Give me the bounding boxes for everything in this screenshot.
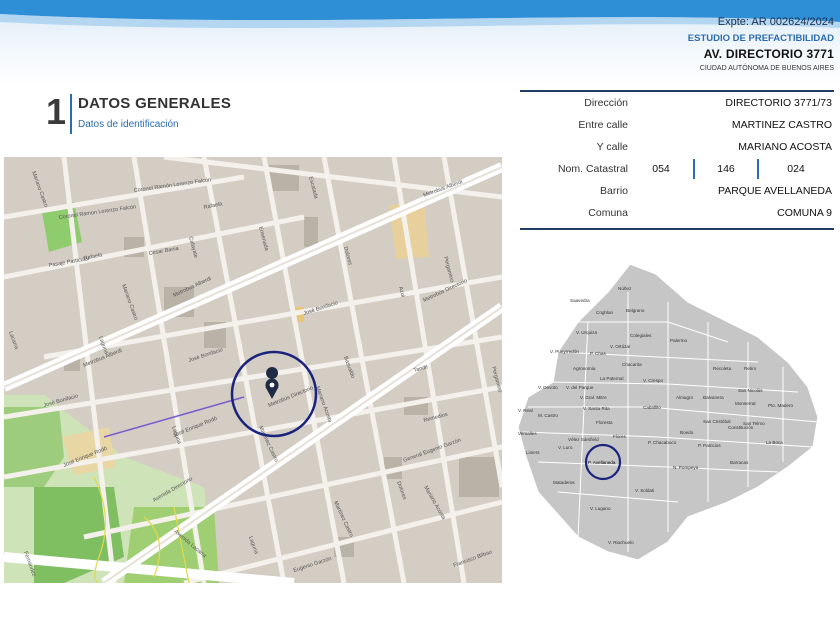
- direccion-label: Dirección: [584, 97, 628, 109]
- section-number: 1: [46, 91, 67, 132]
- svg-text:V. Riachuelo: V. Riachuelo: [608, 540, 634, 545]
- street-map-canvas: Coronel Ramón Lorenzo Falcón Coronel Ram…: [4, 157, 502, 583]
- svg-text:Caballito: Caballito: [643, 405, 661, 410]
- catastral-parcela: 024: [787, 163, 805, 175]
- catastral-label: Nom. Catastral: [557, 163, 628, 175]
- section-subtitle: Datos de identificación: [78, 119, 179, 130]
- header-city: CIUDAD AUTÓNOMA DE BUENOS AIRES: [699, 65, 834, 72]
- row-direccion: Dirección DIRECTORIO 3771/73: [520, 93, 834, 115]
- svg-text:Monserrat: Monserrat: [735, 401, 756, 406]
- svg-text:V. Ortúzar: V. Ortúzar: [610, 344, 631, 349]
- barrio-value: PARQUE AVELLANEDA: [718, 185, 832, 197]
- section-title: DATOS GENERALES: [78, 95, 232, 112]
- svg-text:V. Crespo: V. Crespo: [643, 378, 663, 383]
- catastral-seccion: 054: [652, 163, 670, 175]
- row-comuna: Comuna COMUNA 9: [520, 203, 834, 225]
- svg-text:V. Santa Rita: V. Santa Rita: [583, 406, 610, 411]
- svg-text:La Boca: La Boca: [766, 440, 783, 445]
- svg-text:Vélez Sársfield: Vélez Sársfield: [568, 437, 599, 442]
- svg-text:P. Chacabuco: P. Chacabuco: [648, 440, 677, 445]
- svg-text:Barracas: Barracas: [730, 460, 749, 465]
- svg-text:Boedo: Boedo: [680, 430, 694, 435]
- direccion-value: DIRECTORIO 3771/73: [725, 97, 832, 109]
- svg-text:V. Pueyrredón: V. Pueyrredón: [550, 349, 579, 354]
- section-divider: [70, 94, 72, 134]
- row-barrio: Barrio PARQUE AVELLANEDA: [520, 181, 834, 203]
- catastral-manzana: 146: [717, 163, 735, 175]
- entre-calle-label: Entre calle: [578, 119, 628, 131]
- general-data-table: Dirección DIRECTORIO 3771/73 Entre calle…: [520, 90, 834, 230]
- comunas-map-canvas: Núñez Saavedra Coghlan Belgrano V. Urquiza C…: [517, 263, 819, 561]
- study-type: ESTUDIO DE PREFACTIBILIDAD: [687, 33, 834, 44]
- svg-text:Coghlan: Coghlan: [596, 310, 614, 315]
- svg-text:V. Luro: V. Luro: [558, 445, 573, 450]
- svg-text:V. Soldati: V. Soldati: [635, 488, 654, 493]
- comuna-value: COMUNA 9: [777, 207, 832, 219]
- street-map[interactable]: Coronel Ramón Lorenzo Falcón Coronel Ram…: [4, 157, 502, 583]
- svg-text:V. del Parque: V. del Parque: [566, 385, 594, 390]
- svg-text:M. Castro: M. Castro: [538, 413, 558, 418]
- svg-text:San Nicolás: San Nicolás: [738, 388, 763, 393]
- svg-text:Agronomía: Agronomía: [573, 366, 596, 371]
- svg-text:V. Lugano: V. Lugano: [590, 506, 611, 511]
- svg-text:Balvanera: Balvanera: [703, 395, 724, 400]
- svg-text:Floresta: Floresta: [596, 420, 613, 425]
- svg-text:N. Pompeya: N. Pompeya: [673, 465, 699, 470]
- svg-text:Belgrano: Belgrano: [626, 308, 645, 313]
- svg-text:Almagro: Almagro: [676, 395, 694, 400]
- entre-calle-value: MARTINEZ CASTRO: [731, 119, 832, 131]
- svg-text:V. Devoto: V. Devoto: [538, 385, 558, 390]
- svg-text:Chacarita: Chacarita: [622, 362, 642, 367]
- svg-text:Flores: Flores: [613, 434, 626, 439]
- row-catastral: Nom. Catastral 054 146 024: [520, 159, 834, 181]
- expediente-number: Expte: AR 002624/2024: [717, 16, 834, 28]
- row-entre-calle: Entre calle MARTINEZ CASTRO: [520, 115, 834, 137]
- svg-text:La Paternal: La Paternal: [600, 376, 624, 381]
- svg-text:Constitución: Constitución: [728, 425, 754, 430]
- svg-text:Palermo: Palermo: [670, 338, 688, 343]
- svg-text:P. Chas: P. Chas: [590, 351, 606, 356]
- svg-text:Pto. Madero: Pto. Madero: [768, 403, 793, 408]
- row-y-calle: Y calle MARIANO ACOSTA: [520, 137, 834, 159]
- svg-text:V. Gral. Mitre: V. Gral. Mitre: [580, 395, 607, 400]
- svg-text:Saavedra: Saavedra: [570, 298, 590, 303]
- svg-text:V. Real: V. Real: [518, 408, 533, 413]
- svg-text:San Cristóbal: San Cristóbal: [703, 419, 731, 424]
- comuna-label: Comuna: [588, 207, 628, 219]
- svg-text:P. Patricios: P. Patricios: [698, 443, 721, 448]
- y-calle-label: Y calle: [596, 141, 628, 153]
- svg-text:Núñez: Núñez: [618, 286, 632, 291]
- svg-text:Recoleta: Recoleta: [713, 366, 732, 371]
- y-calle-value: MARIANO ACOSTA: [738, 141, 832, 153]
- barrio-label: Barrio: [599, 185, 628, 197]
- svg-text:V. Urquiza: V. Urquiza: [576, 330, 597, 335]
- comunas-map[interactable]: Núñez Saavedra Coghlan Belgrano V. Urquiza C…: [517, 262, 834, 562]
- catastral-separator: [757, 159, 759, 179]
- header-address: AV. DIRECTORIO 3771: [703, 47, 834, 61]
- svg-text:P. Avellaneda: P. Avellaneda: [588, 460, 616, 465]
- svg-text:Liniers: Liniers: [526, 450, 540, 455]
- catastral-separator: [693, 159, 695, 179]
- svg-text:Versalles: Versalles: [518, 431, 537, 436]
- svg-text:Mataderos: Mataderos: [553, 480, 575, 485]
- svg-text:Retiro: Retiro: [744, 366, 757, 371]
- svg-text:Colegiales: Colegiales: [630, 333, 652, 338]
